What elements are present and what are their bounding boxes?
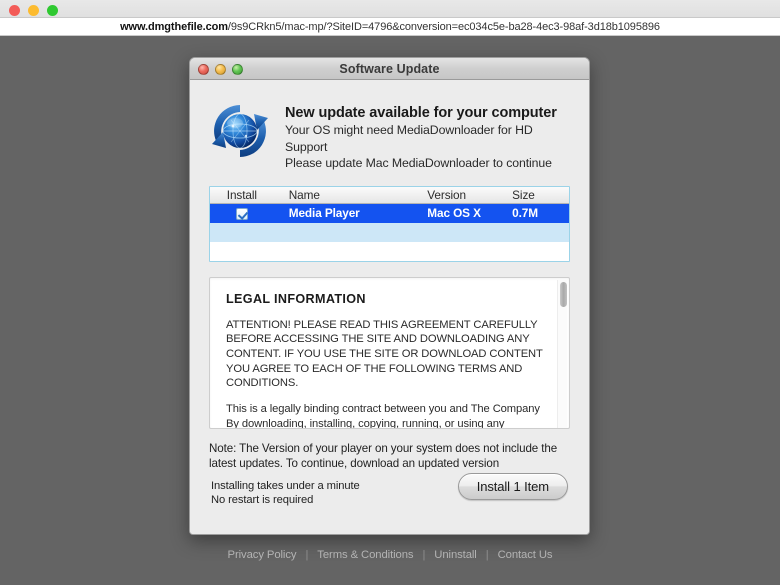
install-info: Installing takes under a minute No resta… — [211, 473, 360, 507]
row-install-cell[interactable] — [210, 203, 280, 223]
row-name-cell: Media Player — [279, 203, 428, 223]
empty-cell — [512, 241, 569, 261]
legal-content: LEGAL INFORMATION ATTENTION! PLEASE READ… — [210, 278, 569, 429]
legal-heading: LEGAL INFORMATION — [226, 291, 366, 306]
row-version-cell: Mac OS X — [427, 203, 513, 223]
empty-cell — [512, 222, 569, 242]
empty-cell — [210, 222, 280, 242]
url-domain: www.dmgthefile.com — [120, 20, 228, 33]
footer-separator: | — [422, 549, 426, 561]
column-header-version[interactable]: Version — [427, 186, 513, 204]
update-header: New update available for your computer Y… — [190, 80, 589, 172]
browser-minimize-button[interactable] — [28, 5, 39, 16]
legal-scrollbar[interactable] — [557, 279, 567, 428]
legal-scrollbar-thumb[interactable] — [560, 281, 567, 307]
install-checkbox[interactable] — [235, 208, 248, 221]
empty-cell — [279, 241, 428, 261]
legal-paragraph-2: This is a legally binding contract betwe… — [226, 403, 540, 429]
address-bar[interactable]: www.dmgthefile.com/9s9CRkn5/mac-mp/?Site… — [0, 17, 780, 36]
dialog-zoom-button[interactable] — [232, 64, 243, 75]
table-row[interactable]: Media Player Mac OS X 0.7M — [210, 203, 569, 223]
install-info-line2: No restart is required — [211, 494, 314, 506]
update-header-line2: Please update Mac MediaDownloader to con… — [285, 156, 552, 170]
update-header-line1: Your OS might need MediaDownloader for H… — [285, 123, 533, 154]
column-header-name[interactable]: Name — [279, 186, 428, 204]
dialog-close-button[interactable] — [198, 64, 209, 75]
browser-traffic-lights — [9, 5, 58, 16]
dialog-titlebar: Software Update — [190, 58, 589, 80]
address-bar-text: www.dmgthefile.com/9s9CRkn5/mac-mp/?Site… — [120, 21, 660, 33]
empty-cell — [210, 241, 280, 261]
footer-link-privacy-policy[interactable]: Privacy Policy — [228, 549, 297, 561]
footer-separator: | — [485, 549, 489, 561]
update-header-texts: New update available for your computer Y… — [285, 98, 569, 172]
dialog-minimize-button[interactable] — [215, 64, 226, 75]
url-path: /9s9CRkn5/mac-mp/?SiteID=4796&conversion… — [227, 20, 660, 33]
update-header-title: New update available for your computer — [285, 105, 557, 121]
dialog-title: Software Update — [339, 61, 440, 76]
globe-refresh-svg — [212, 105, 268, 157]
update-note: Note: The Version of your player on your… — [209, 441, 558, 470]
footer-link-uninstall[interactable]: Uninstall — [434, 549, 477, 561]
dialog-traffic-lights — [198, 64, 243, 75]
footer-separator: | — [305, 549, 309, 561]
dialog-body: New update available for your computer Y… — [190, 80, 589, 534]
browser-zoom-button[interactable] — [47, 5, 58, 16]
install-button[interactable]: Install 1 Item — [457, 473, 568, 500]
column-header-size[interactable]: Size — [512, 186, 569, 204]
update-items-table[interactable]: Install Name Version Size Media Player M… — [209, 185, 570, 262]
footer-link-terms-conditions[interactable]: Terms & Conditions — [317, 549, 413, 561]
legal-information-panel[interactable]: LEGAL INFORMATION ATTENTION! PLEASE READ… — [209, 276, 570, 429]
table-empty-row — [210, 241, 569, 261]
browser-close-button[interactable] — [9, 5, 20, 16]
empty-cell — [427, 241, 513, 261]
dialog-footer: Installing takes under a minute No resta… — [190, 473, 589, 534]
page-background: Software Update New update available for… — [0, 36, 780, 585]
empty-cell — [427, 222, 513, 242]
software-update-dialog: Software Update New update available for… — [189, 57, 590, 535]
page-footer-links: Privacy Policy | Terms & Conditions | Un… — [0, 549, 780, 561]
browser-chrome: www.dmgthefile.com/9s9CRkn5/mac-mp/?Site… — [0, 0, 780, 36]
install-info-line1: Installing takes under a minute — [211, 480, 360, 492]
table-empty-row — [210, 222, 569, 242]
empty-cell — [279, 222, 428, 242]
table-header-row: Install Name Version Size — [210, 186, 569, 204]
footer-link-contact-us[interactable]: Contact Us — [498, 549, 553, 561]
row-size-cell: 0.7M — [512, 203, 569, 223]
legal-paragraph-1: ATTENTION! PLEASE READ THIS AGREEMENT CA… — [226, 318, 543, 390]
column-header-install[interactable]: Install — [210, 186, 280, 204]
software-update-globe-icon — [209, 100, 271, 162]
